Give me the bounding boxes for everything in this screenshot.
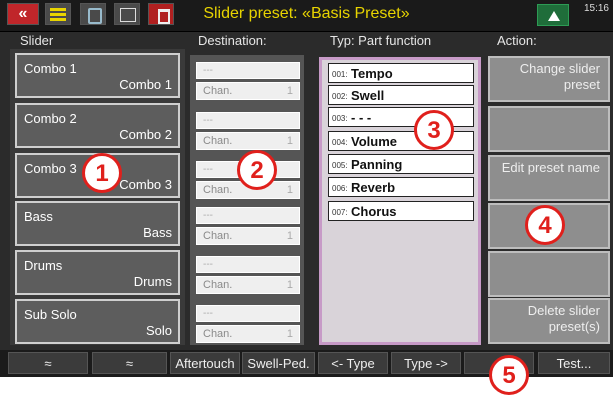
item-number: 006: [332, 184, 348, 193]
channel-value: 1 [286, 184, 293, 196]
callout-marker-2: 2 [237, 150, 277, 190]
slider-bottom-label: Combo 1 [119, 77, 172, 92]
destination-1[interactable]: --- Chan. 1 [196, 62, 300, 104]
header-slider: Slider [20, 33, 54, 48]
slider-button-bass[interactable]: Bass Bass [15, 201, 180, 246]
aftertouch-button[interactable]: Aftertouch [170, 352, 240, 374]
channel-label: Chan. [203, 328, 233, 340]
destination-value[interactable]: --- [196, 112, 300, 129]
item-name: Volume [351, 134, 397, 149]
slider-top-label: Bass [24, 209, 53, 224]
slider-button-combo2[interactable]: Combo 2 Combo 2 [15, 103, 180, 148]
channel-label: Chan. [203, 230, 233, 242]
slider-bottom-label: Combo 3 [119, 177, 172, 192]
slider-top-label: Combo 3 [24, 161, 77, 176]
test-button[interactable]: Test... [538, 352, 610, 374]
destination-4[interactable]: --- Chan. 1 [196, 207, 300, 249]
channel-label: Chan. [203, 184, 233, 196]
type-next-button[interactable]: Type -> [391, 352, 461, 374]
list-item[interactable]: 007: Chorus [328, 201, 474, 221]
item-name: - - - [351, 110, 372, 125]
slider-button-combo1[interactable]: Combo 1 Combo 1 [15, 53, 180, 98]
action-button-empty-1[interactable] [488, 106, 610, 152]
item-number: 004: [332, 138, 348, 147]
item-name: Reverb [351, 180, 396, 195]
destination-value[interactable]: --- [196, 62, 300, 79]
destination-value[interactable]: --- [196, 256, 300, 273]
change-slider-preset-button[interactable]: Change slider preset [488, 56, 610, 102]
header-action: Action: [497, 33, 537, 48]
channel-field[interactable]: Chan. 1 [196, 82, 300, 100]
header-typ: Typ: Part function [330, 33, 432, 48]
scroll-down-button[interactable]: ≈ [92, 352, 167, 374]
channel-value: 1 [286, 328, 293, 340]
slider-button-subsolo[interactable]: Sub Solo Solo [15, 299, 180, 344]
slider-top-label: Combo 2 [24, 111, 77, 126]
destination-2[interactable]: --- Chan. 1 [196, 112, 300, 154]
channel-value: 1 [286, 279, 293, 291]
action-button-empty-3[interactable] [488, 251, 610, 297]
list-item[interactable]: 001: Tempo [328, 63, 474, 83]
destination-value[interactable]: --- [196, 207, 300, 224]
channel-value: 1 [286, 85, 293, 97]
swell-pedal-button[interactable]: Swell-Ped. [242, 352, 315, 374]
destination-6[interactable]: --- Chan. 1 [196, 305, 300, 347]
page-title: Slider preset: «Basis Preset» [203, 5, 410, 22]
slider-top-label: Sub Solo [24, 307, 77, 322]
item-name: Panning [351, 157, 403, 172]
item-number: 003: [332, 114, 348, 123]
item-name: Chorus [351, 204, 397, 219]
list-item[interactable]: 002: Swell [328, 85, 474, 105]
title-bar: « Slider preset: «Basis Preset» 15:16 [0, 0, 613, 32]
item-number: 005: [332, 161, 348, 170]
item-number: 007: [332, 208, 348, 217]
home-icon[interactable] [537, 4, 569, 26]
type-prev-button[interactable]: <- Type [318, 352, 388, 374]
item-number: 002: [332, 92, 348, 101]
scroll-up-button[interactable]: ≈ [8, 352, 88, 374]
callout-marker-1: 1 [82, 153, 122, 193]
slider-bottom-label: Bass [143, 225, 172, 240]
slider-top-label: Drums [24, 258, 63, 273]
list-item[interactable]: 005: Panning [328, 154, 474, 174]
callout-marker-3: 3 [414, 110, 454, 150]
slider-top-label: Combo 1 [24, 61, 77, 76]
item-name: Tempo [351, 66, 393, 81]
slider-bottom-label: Drums [133, 274, 172, 289]
slider-bottom-label: Combo 2 [119, 127, 172, 142]
slider-button-drums[interactable]: Drums Drums [15, 250, 180, 295]
destination-value[interactable]: --- [196, 305, 300, 322]
callout-marker-4: 4 [525, 205, 565, 245]
delete-slider-preset-button[interactable]: Delete slider preset(s) [488, 298, 610, 344]
channel-field[interactable]: Chan. 1 [196, 132, 300, 150]
item-name: Swell [351, 88, 385, 103]
item-number: 001: [332, 70, 348, 79]
edit-preset-name-button[interactable]: Edit preset name [488, 155, 610, 201]
channel-field[interactable]: Chan. 1 [196, 325, 300, 343]
header-destination: Destination: [198, 33, 267, 48]
channel-field[interactable]: Chan. 1 [196, 276, 300, 294]
channel-field[interactable]: Chan. 1 [196, 227, 300, 245]
channel-value: 1 [286, 135, 293, 147]
callout-marker-5: 5 [489, 355, 529, 395]
channel-label: Chan. [203, 135, 233, 147]
list-item[interactable]: 006: Reverb [328, 177, 474, 197]
destination-5[interactable]: --- Chan. 1 [196, 256, 300, 298]
channel-value: 1 [286, 230, 293, 242]
channel-label: Chan. [203, 279, 233, 291]
channel-label: Chan. [203, 85, 233, 97]
clock: 15:16 [583, 3, 609, 14]
slider-bottom-label: Solo [145, 323, 172, 338]
